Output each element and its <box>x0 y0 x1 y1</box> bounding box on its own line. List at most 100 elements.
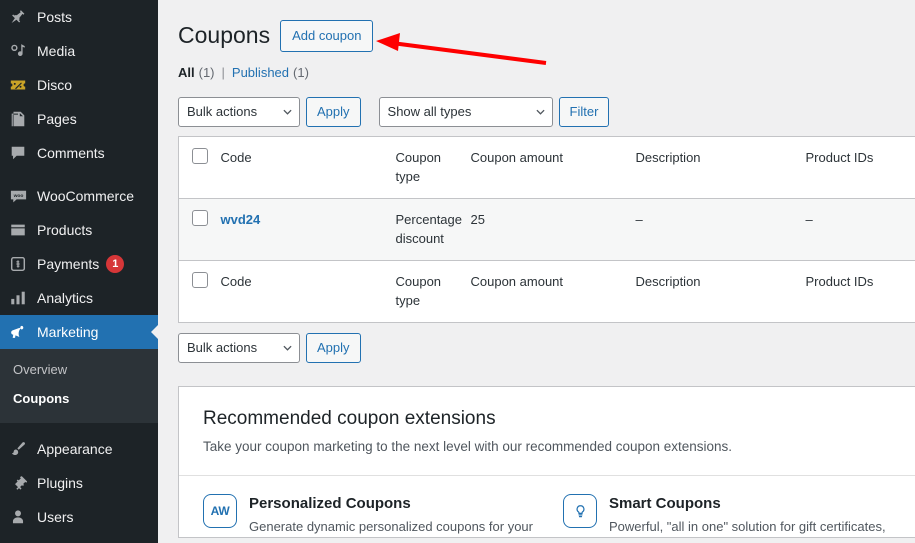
status-count-all: (1) <box>198 64 215 80</box>
cell-code: wvd24 <box>221 198 396 260</box>
column-header-code[interactable]: Code <box>220 136 396 199</box>
sidebar-item-users[interactable]: Users <box>0 500 158 534</box>
status-filter-links: All (1) | Published (1) <box>178 65 915 80</box>
pages-icon <box>8 109 28 129</box>
sidebar-item-pages[interactable]: Pages <box>0 102 158 136</box>
sidebar-item-label: Marketing <box>37 324 99 340</box>
bulk-actions-select-top[interactable]: Bulk actions <box>178 96 300 127</box>
coupons-table-foot: Code Coupon type Coupon amount Descripti… <box>178 259 915 322</box>
apply-button-bottom[interactable]: Apply <box>306 332 361 363</box>
column-header-product-ids: Product IDs <box>805 136 915 199</box>
extension-personalized-coupons[interactable]: AW Personalized Coupons Generate dynamic… <box>203 494 533 536</box>
payments-icon <box>8 254 28 274</box>
sidebar-subitem-overview[interactable]: Overview <box>0 355 158 384</box>
sidebar-item-media[interactable]: Media <box>0 34 158 68</box>
lightbulb-icon <box>563 494 597 529</box>
marketing-submenu: Overview Coupons <box>0 349 158 423</box>
admin-sidebar: Posts Media Disco Pages Comments woo Woo… <box>0 0 158 543</box>
table-footer-row: Code Coupon type Coupon amount Descripti… <box>178 259 915 322</box>
coupons-page-wrap: Coupons Add coupon All (1) | Published (… <box>158 0 915 538</box>
chart-bar-icon <box>8 288 28 308</box>
megaphone-icon <box>8 322 28 342</box>
column-footer-code[interactable]: Code <box>220 259 396 322</box>
extension-description: Generate dynamic personalized coupons fo… <box>249 518 533 534</box>
extension-name[interactable]: Personalized Coupons <box>249 494 533 514</box>
type-filter-wrap: Show all types <box>378 96 553 127</box>
paintbrush-icon <box>8 439 28 459</box>
sidebar-item-label: Products <box>37 222 93 238</box>
extension-text-block: Smart Coupons Powerful, "all in one" sol… <box>609 494 886 536</box>
coupon-code-link[interactable]: wvd24 <box>221 212 261 227</box>
sidebar-item-label: Comments <box>37 145 105 161</box>
cell-description: – <box>635 211 643 227</box>
column-header-coupon-amount: Coupon amount <box>470 136 636 199</box>
sidebar-item-label: Analytics <box>37 290 94 306</box>
select-all-checkbox[interactable] <box>192 147 208 164</box>
status-link-separator: | <box>221 64 225 80</box>
column-header-description: Description <box>635 136 806 199</box>
comment-icon <box>8 143 28 163</box>
sidebar-item-products[interactable]: Products <box>0 213 158 247</box>
column-footer-product-ids: Product IDs <box>805 259 915 322</box>
extension-description: Powerful, "all in one" solution for gift… <box>609 518 886 534</box>
svg-text:woo: woo <box>12 193 23 198</box>
coupon-type-filter-select[interactable]: Show all types <box>378 96 553 127</box>
plug-icon <box>8 473 28 493</box>
bulk-actions-select-bottom[interactable]: Bulk actions <box>178 332 300 363</box>
select-all-footer <box>178 259 221 322</box>
recommended-extensions-card: Recommended coupon extensions Take your … <box>178 385 915 538</box>
sidebar-item-plugins[interactable]: Plugins <box>0 466 158 500</box>
sidebar-item-disco[interactable]: Disco <box>0 68 158 102</box>
page-title: Coupons <box>178 21 271 48</box>
sidebar-item-marketing[interactable]: Marketing <box>0 315 158 349</box>
sidebar-item-comments[interactable]: Comments <box>0 136 158 170</box>
sidebar-item-woocommerce[interactable]: woo WooCommerce <box>0 179 158 213</box>
extension-name[interactable]: Smart Coupons <box>609 494 886 514</box>
pin-icon <box>8 7 28 27</box>
user-icon <box>8 507 28 527</box>
admin-page: Posts Media Disco Pages Comments woo Woo… <box>0 0 915 543</box>
bulk-actions-wrap-bottom: Bulk actions <box>178 332 300 363</box>
select-all-checkbox-footer[interactable] <box>192 271 208 288</box>
coupons-table: Code Coupon type Coupon amount Descripti… <box>178 135 915 323</box>
sidebar-item-appearance[interactable]: Appearance <box>0 432 158 466</box>
bulk-actions-wrap-top: Bulk actions <box>178 96 300 127</box>
status-link-published[interactable]: Published <box>232 65 289 80</box>
row-select-cell <box>179 198 221 260</box>
extension-smart-coupons[interactable]: Smart Coupons Powerful, "all in one" sol… <box>563 494 893 536</box>
coupons-table-head: Code Coupon type Coupon amount Descripti… <box>178 136 915 199</box>
ticket-icon <box>8 75 28 95</box>
page-header: Coupons Add coupon <box>178 20 915 52</box>
sidebar-item-posts[interactable]: Posts <box>0 0 158 34</box>
sidebar-item-label: Appearance <box>37 441 113 457</box>
coupons-table-body: wvd24 Percentage discount 25 – – <box>178 198 915 260</box>
sidebar-item-analytics[interactable]: Analytics <box>0 281 158 315</box>
sidebar-item-label: Posts <box>37 9 73 25</box>
cell-coupon-type: Percentage discount <box>395 211 463 247</box>
extension-text-block: Personalized Coupons Generate dynamic pe… <box>249 494 533 536</box>
column-footer-description: Description <box>635 259 806 322</box>
sidebar-item-label: Payments <box>37 256 100 272</box>
recommendations-header: Recommended coupon extensions Take your … <box>179 387 915 477</box>
sidebar-separator <box>0 170 158 179</box>
status-link-all[interactable]: All <box>178 65 195 80</box>
sidebar-subitem-coupons[interactable]: Coupons <box>0 384 158 413</box>
cell-coupon-amount: 25 <box>470 211 485 227</box>
tablenav-top: Bulk actions Apply Show all types Filter <box>178 96 915 127</box>
apply-button-top[interactable]: Apply <box>306 96 361 127</box>
products-icon <box>8 220 28 240</box>
select-all-header <box>178 136 221 199</box>
sidebar-separator <box>0 423 158 432</box>
recommendations-list: AW Personalized Coupons Generate dynamic… <box>179 476 915 536</box>
add-coupon-button[interactable]: Add coupon <box>280 20 374 52</box>
sidebar-item-label: Media <box>37 43 76 59</box>
cell-product-ids: – <box>805 211 813 227</box>
woocommerce-icon: woo <box>8 186 28 206</box>
sidebar-item-label: Disco <box>37 77 73 93</box>
table-row: wvd24 Percentage discount 25 – – <box>178 198 915 260</box>
column-footer-coupon-type: Coupon type <box>395 259 471 322</box>
sidebar-item-payments[interactable]: Payments 1 <box>0 247 158 281</box>
sidebar-item-label: WooCommerce <box>37 188 134 204</box>
filter-button[interactable]: Filter <box>558 96 610 127</box>
row-checkbox[interactable] <box>192 209 208 226</box>
